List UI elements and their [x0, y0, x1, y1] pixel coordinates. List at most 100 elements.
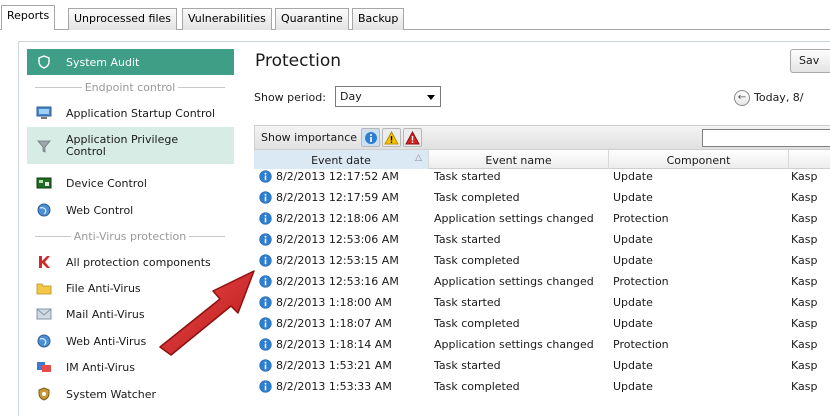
event-date-cell: 8/2/2013 12:17:52 AM [276, 170, 399, 183]
event-name-cell: Application settings changed [434, 338, 594, 351]
sidebar-item-web-control[interactable]: Web Control [27, 197, 234, 223]
event-date-cell: 8/2/2013 1:53:33 AM [276, 380, 392, 393]
event-name-cell: Application settings changed [434, 275, 594, 288]
component-cell: Update [613, 191, 653, 204]
info-filter-button[interactable] [361, 128, 380, 147]
tab-vulnerabilities[interactable]: Vulnerabilities [182, 8, 272, 30]
critical-filter-button[interactable] [403, 128, 422, 147]
component-cell: Update [613, 254, 653, 267]
globe-icon [35, 333, 53, 349]
source-cell: Kasp [791, 191, 818, 204]
sidebar-item-application-privilege-control[interactable]: Application Privilege Control [27, 127, 234, 164]
table-row[interactable]: 8/2/2013 1:18:14 AM Application settings … [254, 337, 830, 353]
event-name-cell: Task completed [434, 317, 520, 330]
event-date-cell: 8/2/2013 12:53:15 AM [276, 254, 399, 267]
event-date-cell: 8/2/2013 12:53:16 AM [276, 275, 399, 288]
component-cell: Update [613, 233, 653, 246]
sidebar-item-web-anti-virus[interactable]: Web Anti-Virus [27, 328, 234, 354]
shield-icon [35, 54, 53, 70]
table-row[interactable]: 8/2/2013 12:53:16 AM Application settings… [254, 274, 830, 290]
source-cell: Kasp [791, 296, 818, 309]
sidebar-item-label: Application Startup Control [66, 106, 216, 120]
sidebar-item-label: System Audit [66, 55, 140, 69]
info-icon [259, 191, 272, 207]
table-row[interactable]: 8/2/2013 1:18:00 AM Task started Update Kas… [254, 295, 830, 311]
column-component[interactable]: Component [609, 150, 789, 169]
column-event-date[interactable]: Event date △ [254, 150, 429, 169]
sidebar-item-file-anti-virus[interactable]: File Anti-Virus [27, 275, 234, 301]
column-event-name[interactable]: Event name [429, 150, 609, 169]
warning-filter-button[interactable] [382, 128, 401, 147]
event-name-cell: Task completed [434, 254, 520, 267]
sidebar: System Audit Endpoint control Applicatio… [27, 49, 234, 416]
chevron-down-icon [427, 95, 435, 100]
events-table: 8/2/2013 12:17:52 AM Task started Update Ka… [254, 169, 830, 416]
component-cell: Protection [613, 275, 669, 288]
sidebar-item-label: Web Anti-Virus [66, 334, 147, 348]
table-row[interactable]: 8/2/2013 12:17:59 AM Task completed Update… [254, 190, 830, 206]
tab-reports[interactable]: Reports [1, 5, 56, 30]
table-row[interactable]: 8/2/2013 12:53:15 AM Task completed Update… [254, 253, 830, 269]
sidebar-item-system-audit[interactable]: System Audit [27, 49, 234, 75]
sidebar-item-label: IM Anti-Virus [66, 360, 135, 374]
save-button[interactable]: Sav [790, 49, 830, 73]
info-icon [259, 275, 272, 291]
component-cell: Update [613, 296, 653, 309]
source-cell: Kasp [791, 170, 818, 183]
table-row[interactable]: 8/2/2013 12:53:06 AM Task started Update Ka… [254, 232, 830, 248]
back-arrow-icon[interactable]: ← [734, 90, 750, 106]
info-icon [259, 296, 272, 312]
info-icon [259, 233, 272, 249]
table-row[interactable]: 8/2/2013 12:17:52 AM Task started Update Ka… [254, 169, 830, 185]
info-icon [259, 254, 272, 270]
info-icon [259, 317, 272, 333]
component-cell: Update [613, 359, 653, 372]
event-filter-input[interactable] [702, 129, 830, 147]
component-cell: Protection [613, 338, 669, 351]
component-cell: Protection [613, 212, 669, 225]
kaspersky-k-icon [35, 254, 53, 270]
tab-quarantine[interactable]: Quarantine [275, 8, 349, 30]
tab-unprocessed-files[interactable]: Unprocessed files [68, 8, 178, 30]
page-title: Protection [255, 51, 342, 71]
column-label: Event date [311, 154, 371, 167]
table-row[interactable]: 8/2/2013 12:18:06 AM Application settings… [254, 211, 830, 227]
event-date-cell: 8/2/2013 1:18:14 AM [276, 338, 392, 351]
event-date-cell: 8/2/2013 12:18:06 AM [276, 212, 399, 225]
sidebar-item-label: System Watcher [66, 387, 157, 401]
table-row[interactable]: 8/2/2013 1:53:33 AM Task completed Update K… [254, 379, 830, 395]
info-icon [364, 131, 377, 144]
event-date-cell: 8/2/2013 12:53:06 AM [276, 233, 399, 246]
sidebar-item-system-watcher[interactable]: System Watcher [27, 381, 234, 407]
event-date-cell: 8/2/2013 12:17:59 AM [276, 191, 399, 204]
component-cell: Update [613, 170, 653, 183]
info-icon [259, 170, 272, 186]
sidebar-item-application-startup-control[interactable]: Application Startup Control [27, 100, 234, 126]
component-cell: Update [613, 317, 653, 330]
event-name-cell: Task completed [434, 191, 520, 204]
section-label: Anti-Virus protection [73, 229, 187, 243]
table-row[interactable]: 8/2/2013 1:53:21 AM Task started Update Kas… [254, 358, 830, 374]
section-label: Endpoint control [84, 80, 176, 94]
period-select[interactable]: Day [335, 86, 441, 107]
shield-badge-icon [35, 386, 53, 402]
sidebar-item-im-anti-virus[interactable]: IM Anti-Virus [27, 354, 234, 380]
envelope-icon [35, 306, 53, 322]
importance-toolbar: Show importance [254, 125, 830, 149]
source-cell: Kasp [791, 233, 818, 246]
column-source[interactable] [789, 150, 830, 169]
sidebar-item-all-protection-components[interactable]: All protection components [27, 249, 234, 275]
sidebar-item-label: Mail Anti-Virus [66, 307, 145, 321]
sidebar-item-device-control[interactable]: Device Control [27, 170, 234, 196]
tab-strip: Reports Unprocessed files Vulnerabilitie… [0, 0, 830, 30]
info-icon [259, 338, 272, 354]
period-label: Show period: [254, 91, 326, 104]
sidebar-item-label: Device Control [66, 176, 147, 190]
event-date-cell: 8/2/2013 1:18:07 AM [276, 317, 392, 330]
main-panel: Protection Sav Show period: Day ← Today,… [251, 43, 830, 416]
tab-backup[interactable]: Backup [352, 8, 405, 30]
source-cell: Kasp [791, 254, 818, 267]
table-row[interactable]: 8/2/2013 1:18:07 AM Task completed Update K… [254, 316, 830, 332]
event-name-cell: Task started [434, 359, 501, 372]
sidebar-item-mail-anti-virus[interactable]: Mail Anti-Virus [27, 301, 234, 327]
